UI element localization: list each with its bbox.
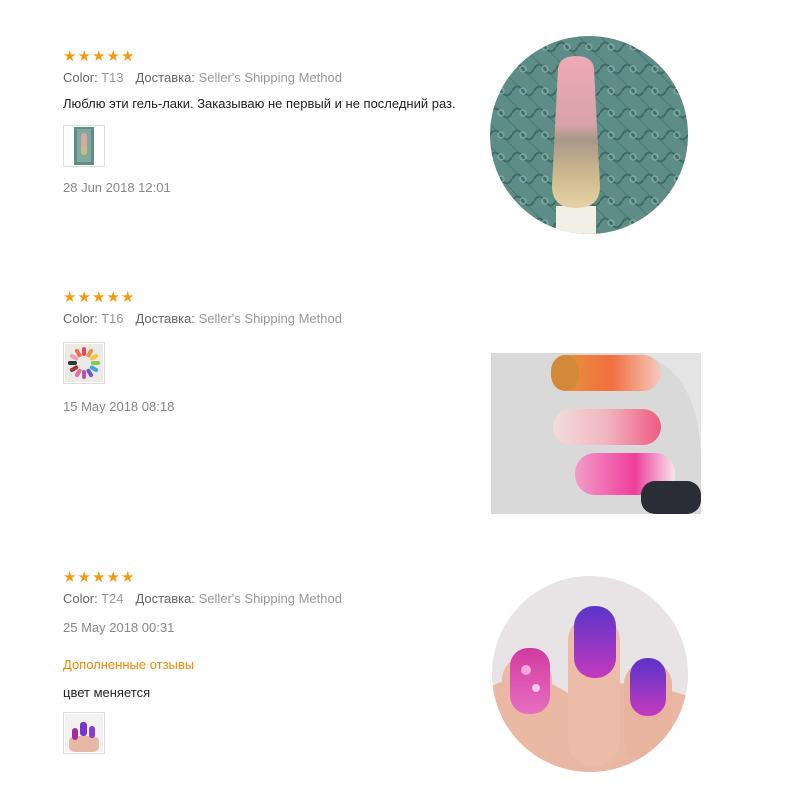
review-item-3: ★ ★ ★ ★ ★ Color: T24 Доставка: Seller's Shipp… xyxy=(63,569,483,754)
star-icon: ★ xyxy=(106,288,120,306)
star-icon: ★ xyxy=(77,288,91,306)
review-text: Люблю эти гель-лаки. Заказываю не первый… xyxy=(63,96,456,111)
review-photo-large[interactable] xyxy=(492,576,688,772)
additional-review-title: Дополненные отзывы xyxy=(63,657,195,672)
additional-review-text: цвет меняется xyxy=(63,685,151,700)
star-icon: ★ xyxy=(92,47,106,65)
shipping-value: Seller's Shipping Method xyxy=(198,70,342,85)
review-photo-thumbnail[interactable] xyxy=(63,712,105,754)
review-photo-thumbnail[interactable] xyxy=(63,342,105,384)
nail-tips-photo-icon xyxy=(491,353,701,514)
star-icon: ★ xyxy=(121,568,135,586)
star-icon: ★ xyxy=(77,568,91,586)
color-label: Color: xyxy=(63,70,98,85)
star-icon: ★ xyxy=(121,47,135,65)
star-icon: ★ xyxy=(92,288,106,306)
star-icon: ★ xyxy=(63,288,77,306)
review-photo-thumbnail[interactable] xyxy=(63,125,105,167)
shipping-value: Seller's Shipping Method xyxy=(198,591,342,606)
color-value: T24 xyxy=(101,591,124,606)
review-date: 25 May 2018 00:31 xyxy=(63,620,175,635)
star-icon: ★ xyxy=(106,47,120,65)
review-meta: Color: T13 Доставка: Seller's Shipping Me… xyxy=(63,69,483,87)
star-rating: ★ ★ ★ ★ ★ xyxy=(63,48,483,64)
color-label: Color: xyxy=(63,311,98,326)
review-meta: Color: T16 Доставка: Seller's Shipping Me… xyxy=(63,310,483,328)
painted-nails-photo-icon xyxy=(492,576,688,772)
star-icon: ★ xyxy=(63,47,77,65)
nail-photo-thumb-icon xyxy=(65,127,103,165)
review-item-1: ★ ★ ★ ★ ★ Color: T13 Доставка: Seller's Shipp… xyxy=(63,48,483,197)
shipping-value: Seller's Shipping Method xyxy=(198,311,342,326)
star-icon: ★ xyxy=(63,568,77,586)
star-icon: ★ xyxy=(92,568,106,586)
star-icon: ★ xyxy=(121,288,135,306)
review-date: 15 May 2018 08:18 xyxy=(63,399,175,414)
color-label: Color: xyxy=(63,591,98,606)
review-date: 28 Jun 2018 12:01 xyxy=(63,180,171,195)
shipping-label: Доставка: xyxy=(135,591,195,606)
review-photo-large[interactable] xyxy=(490,36,688,234)
review-item-2: ★ ★ ★ ★ ★ Color: T16 Доставка: Seller's Shipp… xyxy=(63,289,483,416)
star-rating: ★ ★ ★ ★ ★ xyxy=(63,569,483,585)
color-wheel-thumb-icon xyxy=(65,344,103,382)
review-photo-large[interactable] xyxy=(491,353,701,514)
color-value: T16 xyxy=(101,311,124,326)
shipping-label: Доставка: xyxy=(135,311,195,326)
star-rating: ★ ★ ★ ★ ★ xyxy=(63,289,483,305)
color-value: T13 xyxy=(101,70,124,85)
review-meta: Color: T24 Доставка: Seller's Shipping Me… xyxy=(63,590,483,608)
shipping-label: Доставка: xyxy=(135,70,195,85)
reviews-page: ★ ★ ★ ★ ★ Color: T13 Доставка: Seller's Shipp… xyxy=(0,0,800,800)
painted-nails-thumb-icon xyxy=(65,714,103,752)
star-icon: ★ xyxy=(77,47,91,65)
star-icon: ★ xyxy=(106,568,120,586)
nail-swatch-photo-icon xyxy=(490,36,688,234)
